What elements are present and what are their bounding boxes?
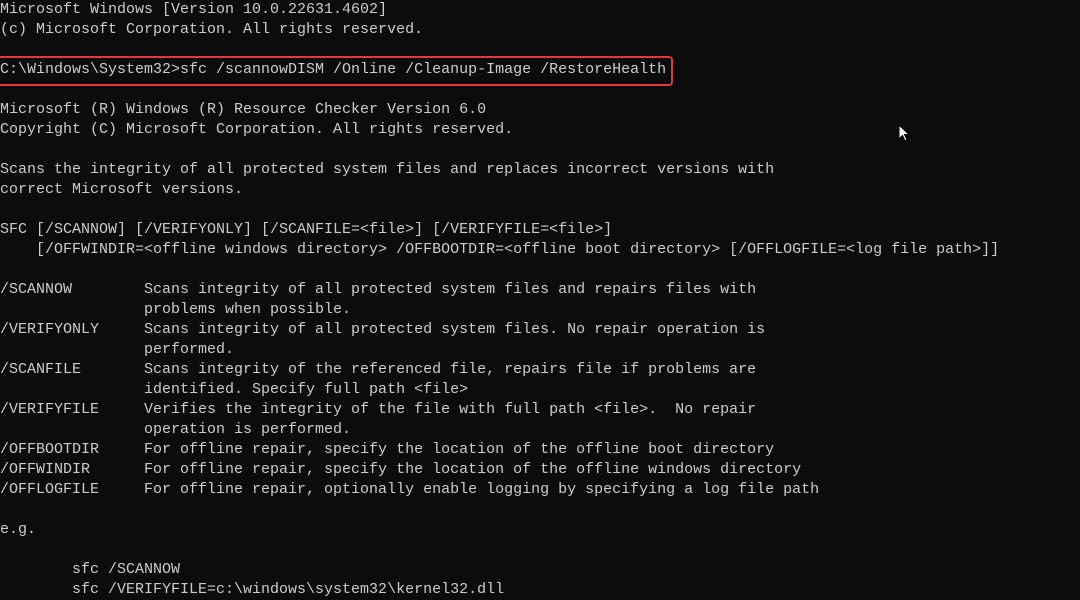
terminal-line: /SCANFILE Scans integrity of the referen… [0,361,757,378]
terminal-line: problems when possible. [0,301,352,318]
terminal-line: Copyright (C) Microsoft Corporation. All… [0,121,514,138]
terminal-line: /VERIFYFILE Verifies the integrity of th… [0,401,757,418]
terminal-line: (c) Microsoft Corporation. All rights re… [0,21,424,38]
terminal-line: sfc /SCANNOW [0,561,181,578]
terminal-output[interactable]: Microsoft Windows [Version 10.0.22631.46… [0,0,1080,600]
terminal-line: /VERIFYONLY Scans integrity of all prote… [0,321,766,338]
terminal-line: /SCANNOW Scans integrity of all protecte… [0,281,757,298]
terminal-line: performed. [0,341,235,358]
terminal-line: Microsoft (R) Windows (R) Resource Check… [0,101,487,118]
terminal-line: e.g. [0,521,37,538]
terminal-line: identified. Specify full path <file> [0,381,469,398]
terminal-line: /OFFBOOTDIR For offline repair, specify … [0,441,775,458]
terminal-line: operation is performed. [0,421,352,438]
terminal-line: /OFFWINDIR For offline repair, specify t… [0,461,802,478]
terminal-line: [/OFFWINDIR=<offline windows directory> … [0,241,1000,258]
terminal-line: /OFFLOGFILE For offline repair, optional… [0,481,820,498]
command-highlight-box [0,56,673,86]
terminal-line: sfc /VERIFYFILE=c:\windows\system32\kern… [0,581,505,598]
mouse-pointer-icon [898,123,911,147]
terminal-line: SFC [/SCANNOW] [/VERIFYONLY] [/SCANFILE=… [0,221,613,238]
terminal-line: correct Microsoft versions. [0,181,244,198]
terminal-line: Scans the integrity of all protected sys… [0,161,775,178]
terminal-line: Microsoft Windows [Version 10.0.22631.46… [0,1,388,18]
